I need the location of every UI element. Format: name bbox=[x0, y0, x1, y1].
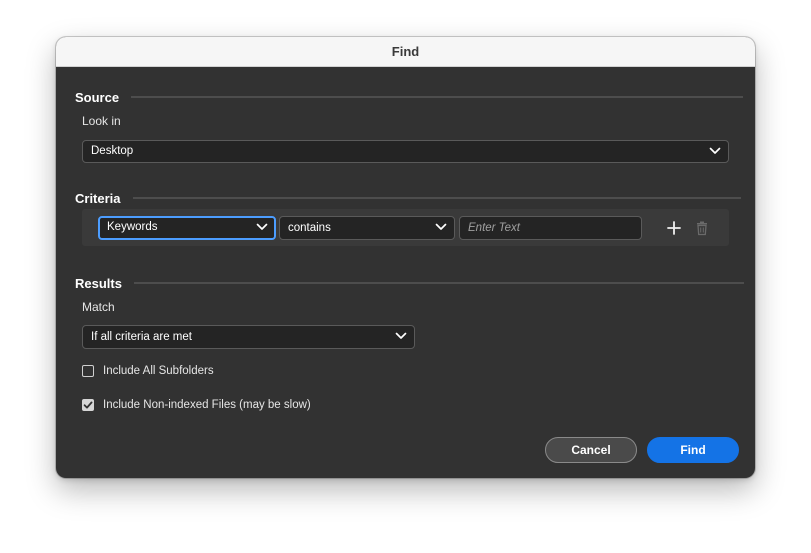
criteria-operator-value: contains bbox=[288, 222, 331, 234]
criteria-text-input[interactable]: Enter Text bbox=[459, 216, 642, 240]
results-section-divider bbox=[133, 282, 744, 284]
chevron-down-icon bbox=[395, 332, 407, 339]
look-in-label: Look in bbox=[82, 114, 121, 128]
look-in-dropdown[interactable]: Desktop bbox=[82, 140, 729, 163]
chevron-down-icon bbox=[256, 223, 268, 230]
criteria-section-header: Criteria bbox=[75, 190, 741, 206]
criteria-section-title: Criteria bbox=[75, 190, 121, 206]
source-section-title: Source bbox=[75, 89, 120, 105]
source-section-divider bbox=[131, 96, 744, 98]
checkmark-icon bbox=[83, 401, 93, 409]
find-dialog: Find Source Look in Desktop Criteria Key… bbox=[56, 37, 755, 478]
chevron-down-icon bbox=[435, 223, 447, 230]
cancel-button[interactable]: Cancel bbox=[545, 437, 637, 463]
trash-icon[interactable] bbox=[694, 220, 710, 236]
find-button[interactable]: Find bbox=[647, 437, 739, 463]
match-dropdown[interactable]: If all criteria are met bbox=[82, 325, 415, 349]
look-in-value: Desktop bbox=[91, 145, 134, 157]
include-subfolders-label: Include All Subfolders bbox=[103, 365, 214, 377]
match-value: If all criteria are met bbox=[91, 331, 192, 343]
results-section-header: Results bbox=[75, 275, 744, 291]
criteria-field-value: Keywords bbox=[107, 221, 158, 233]
match-label: Match bbox=[82, 300, 115, 314]
criteria-field-dropdown[interactable]: Keywords bbox=[98, 216, 276, 240]
window-title: Find bbox=[56, 37, 755, 67]
source-section-header: Source bbox=[75, 89, 744, 105]
include-nonindexed-checkbox[interactable] bbox=[82, 399, 94, 411]
criteria-section-divider bbox=[132, 197, 741, 199]
criteria-operator-dropdown[interactable]: contains bbox=[279, 216, 455, 240]
plus-icon[interactable] bbox=[666, 220, 682, 236]
chevron-down-icon bbox=[709, 147, 721, 154]
results-section-title: Results bbox=[75, 275, 122, 291]
include-subfolders-checkbox[interactable] bbox=[82, 365, 94, 377]
criteria-text-placeholder: Enter Text bbox=[468, 222, 520, 234]
include-nonindexed-label: Include Non-indexed Files (may be slow) bbox=[103, 399, 311, 411]
